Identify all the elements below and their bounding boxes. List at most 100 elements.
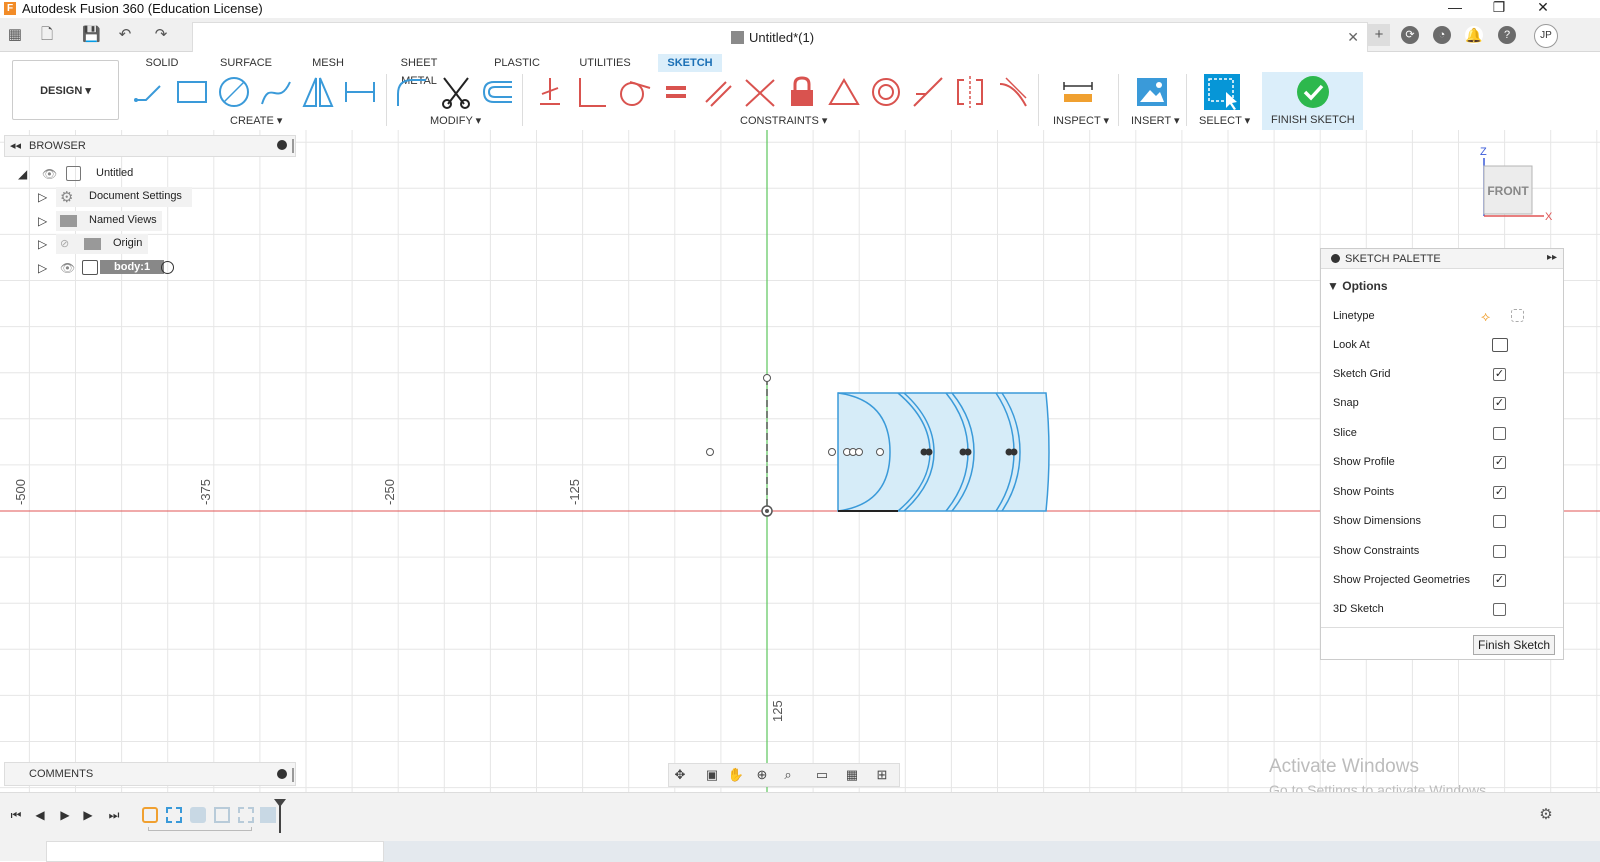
go-to-start-icon[interactable]: ⏮	[8, 807, 24, 823]
user-avatar[interactable]: JP	[1534, 24, 1558, 48]
show-points-checkbox[interactable]: ✓	[1493, 486, 1506, 499]
timeline-marker-handle[interactable]	[274, 799, 286, 807]
pan-icon[interactable]: ✋	[727, 767, 745, 783]
perpendicular-constraint-icon[interactable]	[574, 74, 610, 110]
expand-triangle-icon[interactable]: ▷	[38, 237, 47, 251]
insert-image-icon[interactable]	[1134, 74, 1170, 110]
save-icon[interactable]: 💾	[82, 26, 101, 44]
sketch-point[interactable]	[855, 448, 863, 456]
constraints-menu[interactable]: CONSTRAINTS ▾	[740, 114, 827, 127]
collapse-browser-icon[interactable]: ◂◂	[10, 139, 21, 152]
add-comment-icon[interactable]	[277, 769, 287, 779]
timeline-sketch-icon[interactable]	[238, 807, 254, 823]
hidden-eye-icon[interactable]: ⊘	[60, 237, 69, 250]
select-menu[interactable]: SELECT ▾	[1199, 114, 1250, 127]
finish-sketch-area[interactable]: FINISH SKETCH ▾	[1262, 72, 1363, 139]
timeline-sketch-icon[interactable]	[166, 807, 182, 823]
timeline-sketch-icon[interactable]	[214, 807, 230, 823]
browser-item-untitled[interactable]: ◢ 👁 Untitled	[16, 164, 146, 184]
browser-item-document-settings[interactable]: ▷ ⚙ Document Settings	[36, 187, 196, 207]
collapse-triangle-icon[interactable]: ◢	[18, 167, 27, 181]
midpoint-constraint-icon[interactable]	[826, 74, 862, 110]
equal-constraint-icon[interactable]	[658, 74, 694, 110]
tab-mesh[interactable]: MESH	[308, 54, 348, 72]
fillet-tool-icon[interactable]	[394, 74, 430, 110]
app-grid-icon[interactable]: ▦	[6, 26, 24, 44]
timeline-feature-icon[interactable]	[142, 807, 158, 823]
expand-triangle-icon[interactable]: ▷	[38, 190, 47, 204]
curvature-constraint-icon[interactable]	[996, 74, 1032, 110]
redo-icon[interactable]: ↷	[152, 26, 170, 44]
sketch-point[interactable]	[763, 374, 771, 382]
new-tab-icon[interactable]: +	[1368, 24, 1390, 46]
visibility-eye-icon[interactable]: 👁	[60, 261, 75, 275]
step-back-icon[interactable]: ◀	[32, 807, 48, 823]
step-forward-icon[interactable]: ▶	[80, 807, 96, 823]
display-settings-icon[interactable]: ▭	[813, 767, 831, 783]
trim-tool-icon[interactable]	[438, 74, 474, 110]
help-icon[interactable]: ?	[1498, 26, 1516, 44]
tab-utilities[interactable]: UTILITIES	[576, 54, 634, 72]
browser-item-named-views[interactable]: ▷ Named Views	[36, 211, 166, 231]
orbit-icon[interactable]: ✥	[671, 767, 689, 783]
snap-checkbox[interactable]: ✓	[1493, 397, 1506, 410]
sketch-point[interactable]	[706, 448, 714, 456]
insert-menu[interactable]: INSERT ▾	[1131, 114, 1180, 127]
rectangle-tool-icon[interactable]	[174, 74, 210, 110]
collapse-triangle-icon[interactable]: ▼	[1327, 279, 1339, 293]
resize-handle-icon[interactable]	[292, 768, 294, 782]
timeline-settings-gear-icon[interactable]: ⚙	[1538, 807, 1554, 823]
expand-triangle-icon[interactable]: ▷	[38, 261, 47, 275]
create-menu[interactable]: CREATE ▾	[230, 114, 282, 127]
tab-sketch[interactable]: SKETCH	[658, 54, 722, 72]
job-status-icon[interactable]: ◔	[1433, 26, 1451, 44]
tab-plastic[interactable]: PLASTIC	[492, 54, 542, 72]
show-dimensions-checkbox[interactable]	[1493, 515, 1506, 528]
finish-sketch-check-icon[interactable]	[1295, 74, 1331, 110]
browser-panel-header[interactable]: ◂◂ BROWSER	[4, 135, 296, 157]
construction-linetype-icon[interactable]: ⟡	[1481, 308, 1490, 325]
browser-item-origin[interactable]: ▷ ⊘ Origin	[36, 234, 156, 254]
sketch-dimension-icon[interactable]	[342, 74, 378, 110]
tab-solid[interactable]: SOLID	[140, 54, 184, 72]
restore-button[interactable]: ❐	[1476, 0, 1522, 18]
undo-icon[interactable]: ↶	[116, 26, 134, 44]
show-profile-checkbox[interactable]: ✓	[1493, 456, 1506, 469]
resize-handle-icon[interactable]	[292, 139, 294, 153]
concentric-constraint-icon[interactable]	[868, 74, 904, 110]
sketch-point[interactable]	[964, 448, 972, 456]
timeline-feature-icon[interactable]	[260, 807, 276, 823]
circle-tool-icon[interactable]	[216, 74, 252, 110]
spline-tool-icon[interactable]	[258, 74, 294, 110]
3d-sketch-checkbox[interactable]	[1493, 603, 1506, 616]
show-projected-geometries-checkbox[interactable]: ✓	[1493, 574, 1506, 587]
fit-icon[interactable]: ⌕	[779, 767, 797, 783]
minimize-palette-icon[interactable]	[1331, 254, 1340, 263]
go-to-end-icon[interactable]: ⏭	[106, 807, 122, 823]
sketch-point[interactable]	[876, 448, 884, 456]
finish-sketch-button[interactable]: Finish Sketch	[1473, 635, 1555, 655]
modify-menu[interactable]: MODIFY ▾	[430, 114, 481, 127]
expand-palette-icon[interactable]: ▸▸	[1547, 252, 1557, 263]
close-tab-icon[interactable]: ✕	[1347, 29, 1359, 46]
inspect-menu[interactable]: INSPECT ▾	[1053, 114, 1109, 127]
line-tool-icon[interactable]	[132, 74, 168, 110]
tab-sheet-metal[interactable]: SHEET METAL	[382, 54, 456, 87]
notifications-icon[interactable]: 🔔	[1465, 26, 1483, 44]
options-section-header[interactable]: ▼ Options	[1327, 279, 1388, 293]
look-at-icon[interactable]: ▣	[703, 767, 721, 783]
sketch-point[interactable]	[1010, 448, 1018, 456]
grid-settings-icon[interactable]: ▦	[843, 767, 861, 783]
select-tool-icon[interactable]	[1202, 74, 1242, 110]
measure-tool-icon[interactable]	[1060, 74, 1096, 110]
timeline-feature-icon[interactable]	[190, 807, 206, 823]
lock-constraint-icon[interactable]	[784, 74, 820, 110]
offset-tool-icon[interactable]	[480, 74, 516, 110]
sketch-point[interactable]	[828, 448, 836, 456]
look-at-icon[interactable]	[1492, 338, 1508, 352]
parallel-constraint-icon[interactable]	[700, 74, 736, 110]
comments-panel-header[interactable]: COMMENTS	[4, 762, 296, 786]
browser-item-body[interactable]: ▷ 👁 body:1	[36, 258, 186, 278]
browser-pin-icon[interactable]	[277, 140, 287, 150]
centerline-linetype-icon[interactable]	[1511, 309, 1524, 322]
